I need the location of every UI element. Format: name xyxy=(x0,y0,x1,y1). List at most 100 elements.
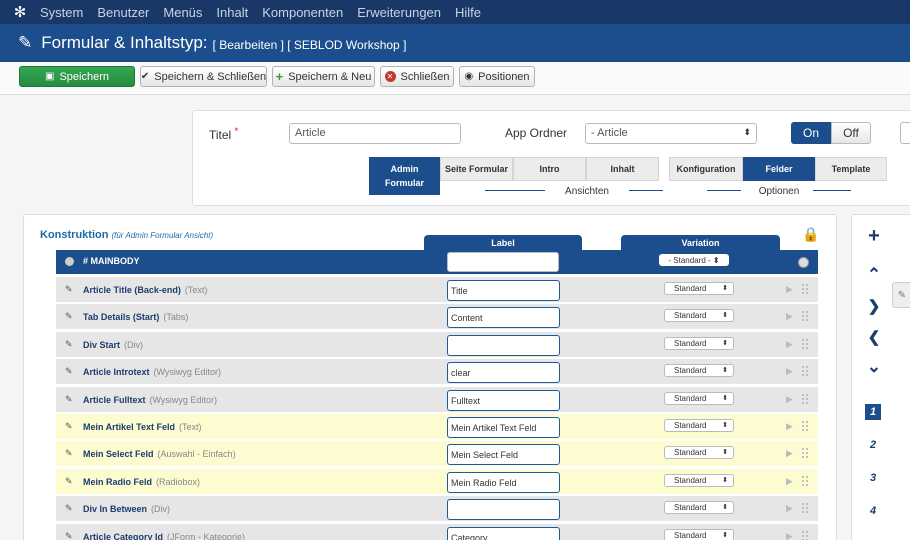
pencil-icon[interactable]: ✎ xyxy=(65,394,73,405)
menu-content[interactable]: Inhalt xyxy=(216,5,248,20)
position-settings-icon[interactable] xyxy=(798,257,809,268)
field-label-input[interactable]: Mein Radio Feld xyxy=(447,471,560,493)
drag-handle-icon[interactable] xyxy=(801,474,809,487)
field-row[interactable]: ✎ Div Start (Div) Standard ⬍ ▶ xyxy=(56,331,818,358)
positions-button[interactable]: ◉ Positionen xyxy=(459,66,535,87)
menu-menus[interactable]: Menüs xyxy=(163,5,202,20)
field-label-input[interactable]: Category xyxy=(447,526,560,540)
field-row[interactable]: ✎ Article Introtext (Wysiwyg Editor) clear S… xyxy=(56,359,818,386)
menu-users[interactable]: Benutzer xyxy=(97,5,149,20)
extra-toggle-edge[interactable] xyxy=(900,122,910,144)
folder-select[interactable]: - Article ⬍ xyxy=(585,123,757,144)
joomla-logo-icon[interactable]: ✻ xyxy=(0,0,40,24)
tab-intro[interactable]: Intro xyxy=(513,157,586,181)
tab-template[interactable]: Template xyxy=(815,157,887,181)
field-variation-select[interactable]: Standard ⬍ xyxy=(664,391,734,405)
move-right-icon[interactable]: ▶ xyxy=(786,284,793,295)
chevron-right-icon[interactable]: ❯ xyxy=(864,297,884,315)
lock-icon[interactable]: 🔒 xyxy=(802,226,819,243)
tab-configuration[interactable]: Konfiguration xyxy=(669,157,743,181)
tab-admin-form[interactable]: Admin Formular xyxy=(369,157,440,195)
field-row[interactable]: ✎ Article Title (Back-end) (Text) Title Stan… xyxy=(56,277,818,303)
menu-components[interactable]: Komponenten xyxy=(262,5,343,20)
title-input[interactable]: Article xyxy=(289,123,461,144)
field-label-input[interactable] xyxy=(447,499,560,521)
field-row[interactable]: ✎ Mein Artikel Text Feld (Text) Mein Artike… xyxy=(56,414,818,440)
move-right-icon[interactable]: ▶ xyxy=(786,394,793,405)
chevron-down-icon[interactable]: ⌄ xyxy=(864,357,884,377)
move-right-icon[interactable]: ▶ xyxy=(786,311,793,322)
move-right-icon[interactable]: ▶ xyxy=(786,448,793,459)
field-variation-select[interactable]: Standard ⬍ xyxy=(664,364,734,378)
save-close-button[interactable]: ✔ Speichern & Schließen xyxy=(140,66,267,87)
menu-extensions[interactable]: Erweiterungen xyxy=(357,5,441,20)
drag-handle-icon[interactable] xyxy=(801,447,809,460)
pencil-icon[interactable]: ✎ xyxy=(65,448,73,459)
tab-content[interactable]: Inhalt xyxy=(586,157,659,181)
toggle-off[interactable]: Off xyxy=(831,122,871,144)
field-row[interactable]: ✎ Tab Details (Start) (Tabs) Content Standar… xyxy=(56,304,818,331)
pencil-icon[interactable]: ✎ xyxy=(65,421,73,432)
position-number-3[interactable]: 3 xyxy=(865,470,881,486)
pencil-icon[interactable]: ✎ xyxy=(65,503,73,514)
move-right-icon[interactable]: ▶ xyxy=(786,339,793,350)
move-right-icon[interactable]: ▶ xyxy=(786,531,793,540)
add-icon[interactable]: + xyxy=(864,225,884,248)
mainbody-variation-select[interactable]: - Standard - ⬍ xyxy=(659,254,729,266)
field-label-input[interactable]: Mein Select Feld xyxy=(447,444,560,466)
move-right-icon[interactable]: ▶ xyxy=(786,476,793,487)
position-number-2[interactable]: 2 xyxy=(865,437,881,453)
tab-site-form[interactable]: Seite Formular xyxy=(440,157,513,181)
move-right-icon[interactable]: ▶ xyxy=(786,503,793,514)
field-variation-select[interactable]: Standard ⬍ xyxy=(664,446,734,460)
field-variation-select[interactable]: Standard ⬍ xyxy=(664,528,734,540)
field-row[interactable]: ✎ Div In Between (Div) Standard ⬍ ▶ xyxy=(56,496,818,523)
drag-handle-icon[interactable] xyxy=(801,502,809,515)
field-variation-select[interactable]: Standard ⬍ xyxy=(664,501,734,515)
pencil-icon[interactable]: ✎ xyxy=(65,366,73,377)
field-label-input[interactable] xyxy=(447,334,560,356)
drag-handle-icon[interactable] xyxy=(801,420,809,432)
field-label-input[interactable]: Fulltext xyxy=(447,389,560,411)
drag-handle-icon[interactable] xyxy=(801,283,809,295)
move-right-icon[interactable]: ▶ xyxy=(786,366,793,377)
field-variation-select[interactable]: Standard ⬍ xyxy=(664,473,734,487)
field-variation-select[interactable]: Standard ⬍ xyxy=(664,419,734,432)
field-label-input[interactable]: Content xyxy=(447,307,560,329)
pencil-icon[interactable]: ✎ xyxy=(65,531,73,540)
drag-handle-icon[interactable] xyxy=(801,529,809,540)
move-right-icon[interactable]: ▶ xyxy=(786,421,793,432)
field-variation-select[interactable]: Standard ⬍ xyxy=(664,282,734,295)
drag-handle-icon[interactable] xyxy=(801,392,809,405)
status-toggle[interactable]: On Off xyxy=(791,122,871,144)
mainbody-label-input[interactable] xyxy=(447,252,559,272)
field-label-input[interactable]: Mein Artikel Text Feld xyxy=(447,417,560,438)
drag-handle-icon[interactable] xyxy=(801,337,809,350)
pencil-icon[interactable]: ✎ xyxy=(65,476,73,487)
field-variation-select[interactable]: Standard ⬍ xyxy=(664,309,734,323)
toggle-on[interactable]: On xyxy=(791,122,831,144)
field-variation-select[interactable]: Standard ⬍ xyxy=(664,336,734,350)
save-button[interactable]: ▣ Speichern xyxy=(19,66,135,87)
field-label-input[interactable]: clear xyxy=(447,362,560,384)
pencil-icon[interactable]: ✎ xyxy=(65,284,73,295)
field-row[interactable]: ✎ Mein Radio Feld (Radiobox) Mein Radio Fel… xyxy=(56,468,818,495)
position-number-1[interactable]: 1 xyxy=(865,404,881,420)
save-new-button[interactable]: + Speichern & Neu xyxy=(272,66,375,87)
field-row[interactable]: ✎ Article Fulltext (Wysiwyg Editor) Fulltex… xyxy=(56,386,818,413)
chevron-left-icon[interactable]: ❮ xyxy=(864,328,884,346)
field-label-input[interactable]: Title xyxy=(447,280,560,301)
close-button[interactable]: ✕ Schließen xyxy=(380,66,454,87)
position-number-4[interactable]: 4 xyxy=(865,503,881,519)
menu-help[interactable]: Hilfe xyxy=(455,5,481,20)
drag-handle-icon[interactable] xyxy=(801,365,809,378)
field-row[interactable]: ✎ Mein Select Feld (Auswahl - Einfach) Mein… xyxy=(56,441,818,468)
side-edit-icon[interactable]: ✎ xyxy=(892,282,910,308)
field-row[interactable]: ✎ Article Category Id (JForm - Kategorie) C… xyxy=(56,523,818,540)
pencil-icon[interactable]: ✎ xyxy=(65,339,73,350)
pencil-icon[interactable]: ✎ xyxy=(65,311,73,322)
chevron-up-icon[interactable]: ⌃ xyxy=(864,265,884,285)
menu-system[interactable]: System xyxy=(40,5,83,20)
tab-fields[interactable]: Felder xyxy=(743,157,815,181)
drag-handle-icon[interactable] xyxy=(801,310,809,323)
